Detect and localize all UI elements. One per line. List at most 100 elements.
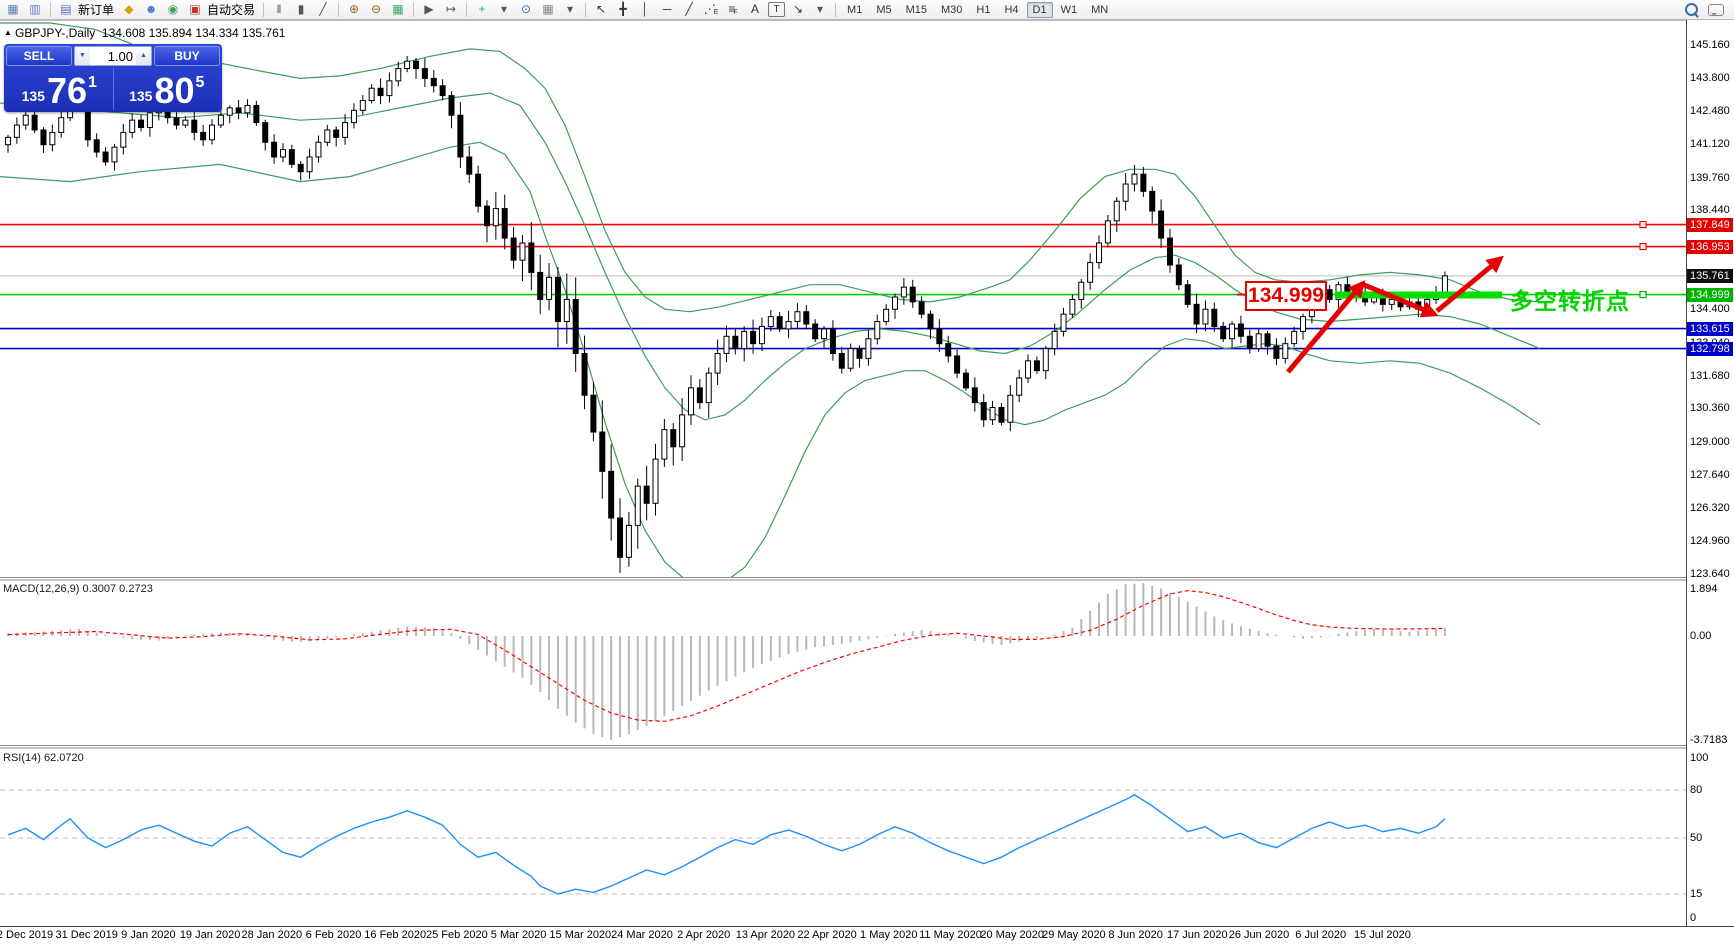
buy-button[interactable]: BUY bbox=[154, 46, 220, 66]
template-icon[interactable]: ▦ bbox=[537, 0, 559, 19]
vertical-line-icon[interactable]: │ bbox=[634, 0, 656, 19]
zoom-in-icon[interactable]: ⊕ bbox=[343, 0, 365, 19]
experts-icon[interactable]: ☻ bbox=[140, 0, 162, 19]
candle bbox=[501, 194, 508, 250]
timeframe-h4[interactable]: H4 bbox=[998, 2, 1024, 18]
hline-handle[interactable] bbox=[1639, 242, 1647, 251]
periods-icon[interactable]: ⊙ bbox=[515, 0, 537, 19]
candle bbox=[1113, 197, 1120, 232]
candle bbox=[492, 192, 499, 240]
candle bbox=[5, 134, 11, 153]
hline-handle[interactable] bbox=[1639, 220, 1647, 229]
hline-handle[interactable] bbox=[1639, 290, 1647, 299]
arrows-dropdown-icon[interactable]: ▾ bbox=[809, 0, 831, 19]
candlesticks bbox=[5, 56, 1448, 573]
candle bbox=[40, 127, 47, 153]
date-axis[interactable] bbox=[0, 926, 1734, 943]
label-icon[interactable]: T bbox=[768, 2, 786, 17]
candle bbox=[1007, 384, 1014, 432]
candle bbox=[829, 320, 836, 361]
trendline-icon[interactable]: ╱ bbox=[678, 0, 700, 19]
candle bbox=[1025, 354, 1032, 384]
auto-scroll-icon[interactable]: ▶ bbox=[418, 0, 440, 19]
charts-window-icon[interactable]: ▦ bbox=[2, 0, 24, 19]
new-order-icon[interactable]: ▤ bbox=[55, 0, 77, 19]
horizontal-line-icon[interactable]: ─ bbox=[656, 0, 678, 19]
candle bbox=[971, 377, 978, 412]
candle bbox=[546, 263, 553, 311]
volume-up-button[interactable]: ▲ bbox=[136, 47, 151, 65]
candle bbox=[1078, 278, 1085, 309]
market-icon[interactable]: ▣ bbox=[184, 0, 206, 19]
candle bbox=[838, 346, 845, 374]
zoom-out-icon[interactable]: ⊖ bbox=[365, 0, 387, 19]
indicators-icon[interactable]: + bbox=[471, 0, 493, 19]
candle bbox=[1300, 313, 1307, 340]
toolbar-separator bbox=[585, 2, 587, 17]
volume-input[interactable] bbox=[90, 47, 136, 65]
horizontal-lines[interactable] bbox=[0, 223, 1686, 350]
template-dropdown-icon[interactable]: ▾ bbox=[559, 0, 581, 19]
timeframe-m5[interactable]: M5 bbox=[870, 2, 897, 18]
candle bbox=[758, 317, 765, 352]
candle bbox=[1282, 337, 1289, 364]
candle bbox=[537, 254, 544, 315]
candle bbox=[821, 326, 828, 348]
cursor-icon[interactable]: ↖ bbox=[590, 0, 612, 19]
timeframe-d1[interactable]: D1 bbox=[1026, 1, 1053, 18]
indicators-dropdown-icon[interactable]: ▾ bbox=[493, 0, 515, 19]
candle bbox=[279, 143, 286, 163]
candle bbox=[679, 398, 686, 461]
macd-pane bbox=[7, 583, 1446, 741]
candle bbox=[1229, 321, 1236, 348]
price-annotation-box[interactable]: 134.999 bbox=[1245, 281, 1327, 311]
timeframe-m15[interactable]: M15 bbox=[900, 2, 933, 18]
candle bbox=[262, 119, 269, 151]
market-label[interactable]: 自动交易 bbox=[206, 1, 259, 18]
candle bbox=[386, 72, 393, 103]
one-click-trading-panel: SELL ▼ ▲ BUY 135761 135805 bbox=[4, 44, 222, 112]
rsi-line bbox=[7, 793, 1446, 895]
chat-icon[interactable] bbox=[1708, 3, 1724, 16]
data-window-icon[interactable]: ▥ bbox=[24, 0, 46, 19]
history-center-icon[interactable]: ◆ bbox=[118, 0, 140, 19]
fibonacci-icon[interactable]: ≡ F bbox=[722, 0, 744, 19]
turning-point-annotation[interactable]: 多空转折点 bbox=[1510, 282, 1630, 316]
chart-shift-icon[interactable]: ↦ bbox=[440, 0, 462, 19]
candle bbox=[138, 114, 145, 132]
candle bbox=[856, 345, 863, 368]
arrows-icon[interactable]: ↘ bbox=[787, 0, 809, 19]
tile-windows-icon[interactable]: ▦ bbox=[387, 0, 409, 19]
support-bar-annotation[interactable] bbox=[1335, 291, 1502, 299]
candlestick-chart-icon[interactable]: ▮ bbox=[290, 0, 312, 19]
timeframe-mn[interactable]: MN bbox=[1085, 2, 1114, 18]
price-axis[interactable] bbox=[1686, 20, 1734, 926]
candle bbox=[120, 123, 127, 155]
candle bbox=[466, 145, 473, 184]
sell-button[interactable]: SELL bbox=[6, 46, 72, 66]
bar-chart-icon[interactable]: ‖ bbox=[268, 0, 290, 19]
channel-icon[interactable]: ⋰ E bbox=[700, 0, 722, 19]
timeframe-h1[interactable]: H1 bbox=[970, 2, 996, 18]
timeframe-m30[interactable]: M30 bbox=[935, 2, 968, 18]
candle bbox=[475, 165, 482, 213]
candle bbox=[200, 124, 207, 147]
timeframe-w1[interactable]: W1 bbox=[1055, 2, 1084, 18]
candle bbox=[927, 310, 934, 339]
search-icon[interactable] bbox=[1685, 3, 1698, 16]
crosshair-icon[interactable]: ╋ bbox=[612, 0, 634, 19]
chart-canvas[interactable] bbox=[0, 0, 1734, 942]
candle bbox=[395, 61, 402, 87]
buy-price[interactable]: 135 80 5 bbox=[114, 68, 221, 110]
timeframe-m1[interactable]: M1 bbox=[841, 2, 868, 18]
candle bbox=[315, 135, 322, 163]
candle bbox=[599, 400, 606, 499]
line-chart-icon[interactable]: ╱ bbox=[312, 0, 334, 19]
signals-icon[interactable]: ◉ bbox=[162, 0, 184, 19]
volume-down-button[interactable]: ▼ bbox=[75, 47, 90, 65]
candle bbox=[625, 512, 632, 567]
sell-price[interactable]: 135 76 1 bbox=[6, 68, 114, 110]
new-order-label[interactable]: 新订单 bbox=[77, 1, 118, 18]
text-icon[interactable]: A bbox=[744, 0, 766, 19]
candle bbox=[528, 221, 535, 291]
